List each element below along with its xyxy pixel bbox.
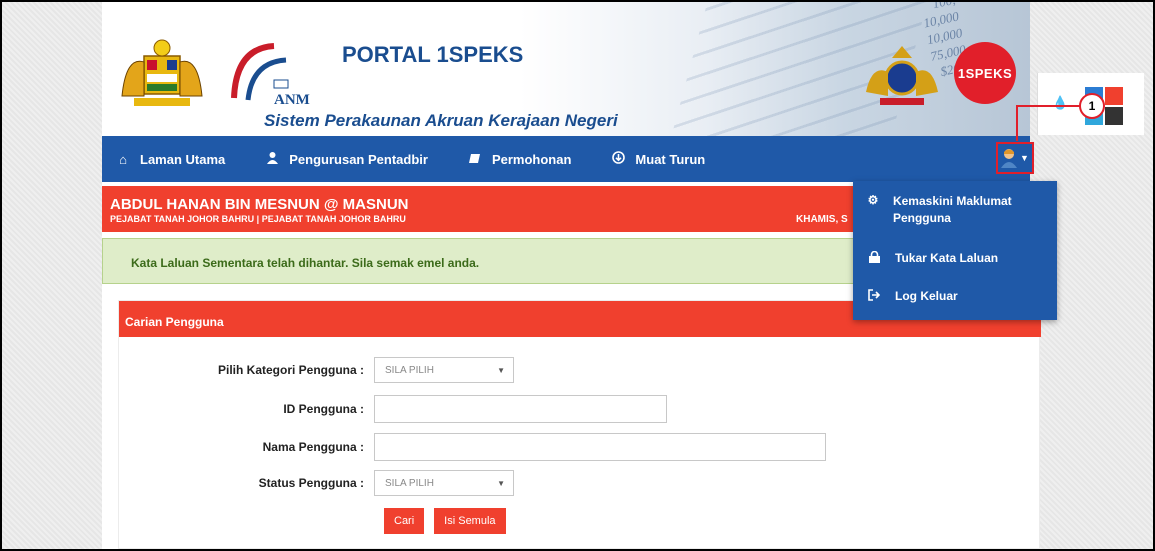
menu-item-logout[interactable]: Log Keluar xyxy=(867,289,958,304)
button-row: Cari Isi Semula xyxy=(384,506,516,536)
portal-subtitle: Sistem Perakaunan Akruan Kerajaan Negeri xyxy=(264,111,618,130)
name-row: Nama Pengguna : xyxy=(119,432,826,462)
nav-pengurusan-pentadbir[interactable]: Pengurusan Pentadbir xyxy=(265,136,428,182)
download-circle-icon xyxy=(611,151,625,167)
name-label: Nama Pengguna : xyxy=(262,440,364,454)
menu-item-label: Log Keluar xyxy=(895,289,958,303)
chevron-down-icon: ▼ xyxy=(1020,153,1029,163)
header-banner: 100, 10,000 10,000 75,000 $205, ANM PORT… xyxy=(102,2,1030,136)
nav-label: Muat Turun xyxy=(635,151,706,167)
select-arrow-icon: ▼ xyxy=(497,365,505,375)
nav-label: Laman Utama xyxy=(140,151,226,167)
johor-crest-logo xyxy=(866,46,938,105)
1speks-logo: 1SPEKS xyxy=(954,42,1016,104)
menu-item-label: Tukar Kata Laluan xyxy=(895,251,999,265)
status-select[interactable]: SILA PILIH ▼ xyxy=(374,470,514,496)
name-input[interactable] xyxy=(374,433,826,461)
user-avatar-icon xyxy=(1001,149,1018,168)
anm-logo-text: ANM xyxy=(274,92,310,108)
nav-label: Permohonan xyxy=(491,151,572,167)
status-label: Status Pengguna : xyxy=(258,476,364,490)
main-navbar: ⌂ Laman Utama Pengurusan Pentadbir Permo… xyxy=(102,136,1034,182)
user-menu-button[interactable]: ▼ xyxy=(996,142,1034,174)
nav-label: Pengurusan Pentadbir xyxy=(289,151,428,167)
user-office: PEJABAT TANAH JOHOR BAHRU | PEJABAT TANA… xyxy=(110,214,406,224)
user-name: ABDUL HANAN BIN MESNUN @ MASNUN xyxy=(110,196,409,213)
id-input[interactable] xyxy=(374,395,667,423)
current-date: KHAMIS, S xyxy=(796,214,848,225)
reset-button[interactable]: Isi Semula xyxy=(434,508,506,534)
gear-icon: ⚙ xyxy=(867,193,879,207)
id-row: ID Pengguna : xyxy=(119,394,667,424)
user-icon xyxy=(265,151,279,167)
lock-icon xyxy=(867,250,881,266)
category-label: Pilih Kategori Pengguna : xyxy=(217,363,364,377)
drop-icon: 💧 xyxy=(1052,95,1069,110)
malaysia-coat-of-arms-logo xyxy=(121,39,203,106)
color-swatch-dark[interactable] xyxy=(1105,107,1123,125)
home-icon: ⌂ xyxy=(119,151,127,167)
book-icon xyxy=(468,152,482,167)
logout-icon xyxy=(867,289,881,304)
portal-title: PORTAL 1SPEKS xyxy=(342,42,524,67)
nav-permohonan[interactable]: Permohonan xyxy=(468,136,571,182)
category-select[interactable]: SILA PILIH ▼ xyxy=(374,357,514,383)
status-selected-value: SILA PILIH xyxy=(385,477,434,489)
callout-line xyxy=(1017,105,1080,107)
nav-laman-utama[interactable]: ⌂ Laman Utama xyxy=(116,136,225,182)
user-dropdown-menu: ⚙ Kemaskini Maklumat Pengguna Tukar Kata… xyxy=(853,181,1057,320)
id-label: ID Pengguna : xyxy=(283,402,364,416)
menu-item-change-password[interactable]: Tukar Kata Laluan xyxy=(867,250,999,266)
callout-marker: 1 xyxy=(1079,93,1105,119)
menu-item-update-profile[interactable]: ⚙ Kemaskini Maklumat Pengguna xyxy=(867,193,1047,227)
category-selected-value: SILA PILIH xyxy=(385,364,434,376)
color-swatch-red[interactable] xyxy=(1105,87,1123,105)
search-button[interactable]: Cari xyxy=(384,508,425,534)
status-row: Status Pengguna : SILA PILIH ▼ xyxy=(119,468,514,498)
callout-line xyxy=(1016,105,1018,141)
select-arrow-icon: ▼ xyxy=(497,478,505,488)
user-search-panel: Carian Pengguna Pilih Kategori Pengguna … xyxy=(118,300,1041,549)
category-row: Pilih Kategori Pengguna : SILA PILIH ▼ xyxy=(119,355,514,385)
nav-muat-turun[interactable]: Muat Turun xyxy=(611,136,705,182)
menu-item-label: Kemaskini Maklumat Pengguna xyxy=(892,194,1012,225)
alert-message: Kata Laluan Sementara telah dihantar. Si… xyxy=(131,256,480,270)
